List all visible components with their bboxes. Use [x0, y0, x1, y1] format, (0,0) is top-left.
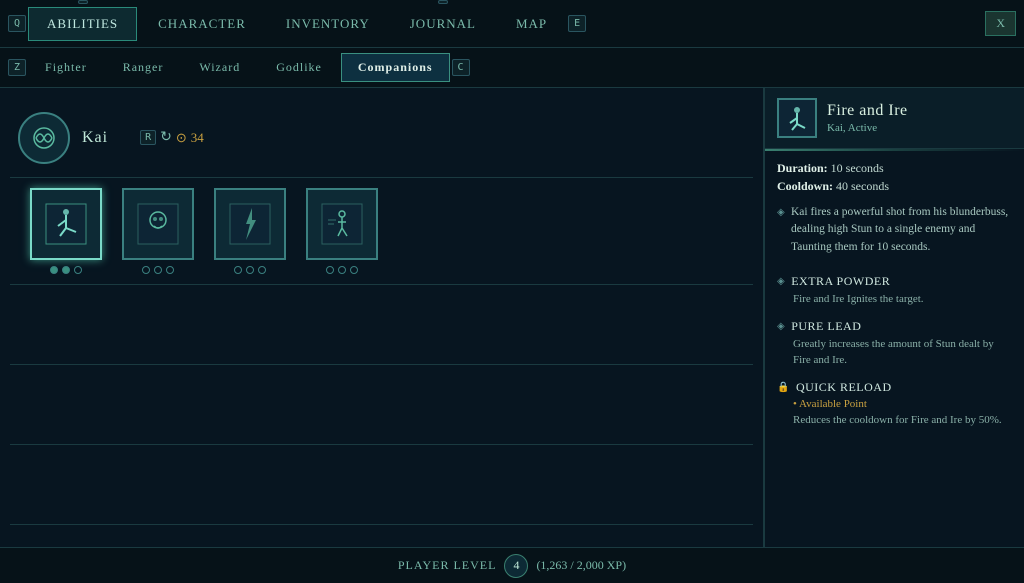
dot-3-1 — [234, 266, 242, 274]
abilities-panel: Kai R ↻ ⊙ 34 — [0, 88, 764, 547]
detail-duration: Duration: 10 seconds — [777, 161, 1012, 176]
tab-key-journal — [438, 0, 448, 4]
upgrade-icon-quick-reload: 🔒 — [777, 382, 790, 393]
sub-navigation: Z Fighter Ranger Wizard Godlike Companio… — [0, 48, 1024, 88]
player-level-badge: 4 — [504, 554, 528, 578]
tab-map[interactable]: MAP — [497, 7, 566, 41]
dot-2-3 — [166, 266, 174, 274]
upgrade-desc-quick-reload: Reduces the cooldown for Fire and Ire by… — [777, 413, 1012, 428]
upgrade-desc-pure-lead: Greatly increases the amount of Stun dea… — [777, 337, 1012, 368]
upgrade-desc-extra-powder: Fire and Ire Ignites the target. — [777, 292, 1012, 307]
detail-description: Kai fires a powerful shot from his blund… — [777, 204, 1012, 256]
dot-3-3 — [258, 266, 266, 274]
main-content: Kai R ↻ ⊙ 34 — [0, 88, 1024, 547]
player-level-label: PLAYER LEVEL — [398, 558, 497, 573]
nav-key-c: C — [452, 59, 470, 76]
nav-key-z: Z — [8, 59, 26, 76]
detail-cooldown: Cooldown: 40 seconds — [777, 179, 1012, 194]
upgrade-icon-extra-powder: ◈ — [777, 276, 785, 287]
nav-key-e: E — [568, 15, 586, 32]
detail-title-block: Fire and Ire Kai, Active — [827, 102, 908, 134]
dot-4-2 — [338, 266, 346, 274]
tab-character[interactable]: CHARACTER — [139, 7, 265, 41]
empty-row-2 — [10, 365, 753, 445]
ability-dots-3 — [234, 266, 266, 274]
upgrade-title-extra-powder: ◈ EXTRA POWDER — [777, 274, 1012, 289]
dot-2-1 — [142, 266, 150, 274]
action-key-r: R — [140, 130, 156, 145]
upgrade-quick-reload[interactable]: 🔒 QUICK RELOAD Available Point Reduces t… — [777, 380, 1012, 428]
detail-body: Duration: 10 seconds Cooldown: 40 second… — [765, 151, 1024, 450]
ability-icon-fire-and-ire[interactable] — [30, 188, 102, 260]
available-point-label: Available Point — [777, 398, 1012, 410]
dot-2-2 — [154, 266, 162, 274]
dot-4-3 — [350, 266, 358, 274]
refresh-icon: ↻ — [160, 129, 172, 146]
upgrade-icon-pure-lead: ◈ — [777, 321, 785, 332]
ability-slot-1[interactable] — [30, 188, 102, 274]
tab-journal[interactable]: JOURNAL — [391, 7, 495, 41]
tab-inventory[interactable]: INVENTORY — [267, 7, 389, 41]
ability-slot-2[interactable] — [122, 188, 194, 274]
detail-header: Fire and Ire Kai, Active — [765, 88, 1024, 149]
tab-key-abilities — [78, 0, 88, 4]
top-navigation: Q ABILITIES CHARACTER INVENTORY JOURNAL … — [0, 0, 1024, 48]
detail-ability-title: Fire and Ire — [827, 102, 908, 120]
upgrade-extra-powder[interactable]: ◈ EXTRA POWDER Fire and Ire Ignites the … — [777, 274, 1012, 307]
xp-text: (1,263 / 2,000 XP) — [536, 558, 626, 573]
dot-1-1 — [50, 266, 58, 274]
upgrade-pure-lead[interactable]: ◈ PURE LEAD Greatly increases the amount… — [777, 319, 1012, 368]
dot-1-3 — [74, 266, 82, 274]
dot-4-1 — [326, 266, 334, 274]
character-name: Kai — [82, 129, 108, 147]
empty-row-3 — [10, 445, 753, 525]
upgrade-title-quick-reload: 🔒 QUICK RELOAD — [777, 380, 1012, 395]
ability-slot-4[interactable] — [306, 188, 378, 274]
nav-key-q: Q — [8, 15, 26, 32]
tab-abilities[interactable]: ABILITIES — [28, 7, 137, 41]
gold-count: 34 — [191, 130, 204, 146]
ability-dots-4 — [326, 266, 358, 274]
detail-ability-subtitle: Kai, Active — [827, 122, 908, 134]
ability-slots-row — [10, 178, 753, 285]
ability-slot-3[interactable] — [214, 188, 286, 274]
ability-icon-4[interactable] — [306, 188, 378, 260]
character-row: Kai R ↻ ⊙ 34 — [10, 98, 753, 178]
ability-dots-1 — [50, 266, 82, 274]
status-bar: PLAYER LEVEL 4 (1,263 / 2,000 XP) — [0, 547, 1024, 583]
close-button[interactable]: X — [985, 11, 1016, 36]
subtab-wizard[interactable]: Wizard — [182, 53, 257, 82]
character-avatar — [18, 112, 70, 164]
empty-row-1 — [10, 285, 753, 365]
subtab-companions[interactable]: Companions — [341, 53, 450, 82]
upgrades-section: ◈ EXTRA POWDER Fire and Ire Ignites the … — [777, 266, 1012, 429]
ability-icon-3[interactable] — [214, 188, 286, 260]
detail-panel: Fire and Ire Kai, Active Duration: 10 se… — [764, 88, 1024, 547]
subtab-fighter[interactable]: Fighter — [28, 53, 104, 82]
character-actions: R ↻ ⊙ 34 — [140, 129, 204, 146]
ability-icon-2[interactable] — [122, 188, 194, 260]
dot-3-2 — [246, 266, 254, 274]
detail-ability-icon — [777, 98, 817, 138]
subtab-ranger[interactable]: Ranger — [106, 53, 181, 82]
dot-1-2 — [62, 266, 70, 274]
gold-icon: ⊙ — [176, 130, 187, 146]
subtab-godlike[interactable]: Godlike — [259, 53, 339, 82]
upgrade-title-pure-lead: ◈ PURE LEAD — [777, 319, 1012, 334]
ability-dots-2 — [142, 266, 174, 274]
